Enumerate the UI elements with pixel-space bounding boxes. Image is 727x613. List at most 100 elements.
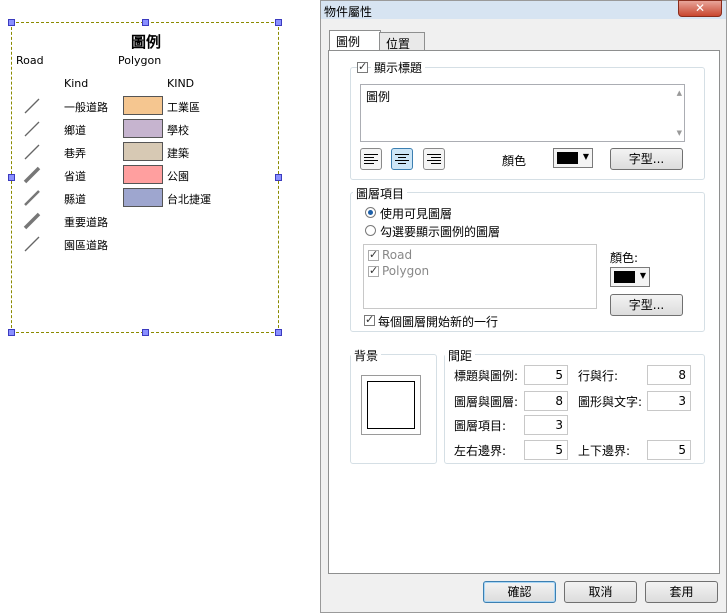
polygon-legend-label: 學校: [167, 124, 189, 137]
polygon-swatch: [123, 165, 163, 184]
left-right-margin-input[interactable]: 5: [524, 440, 568, 460]
layer-item-input[interactable]: 3: [524, 415, 568, 435]
dialog-title: 物件屬性: [324, 5, 373, 19]
properties-dialog: 物件屬性 ✕ 圖例 位置 顯示標題 圖例 ▲ ▼: [320, 0, 727, 613]
legend-title: 圖例: [130, 33, 161, 51]
title-font-button[interactable]: 字型...: [610, 148, 683, 170]
align-center-button[interactable]: [391, 148, 413, 170]
road-line-symbol: [23, 166, 41, 187]
tab-position[interactable]: 位置: [379, 32, 425, 52]
layer-to-layer-input[interactable]: 8: [524, 391, 568, 411]
legend-preview[interactable]: 圖例 Road Polygon Kind KIND 一般道路 鄉道 巷弄 省道 縣道 重要…: [11, 22, 279, 333]
shape-to-text-label: 圖形與文字:: [578, 395, 643, 409]
road-legend-label: 巷弄: [64, 147, 86, 160]
layer-list-item-road: Road: [382, 248, 413, 262]
title-bar[interactable]: 物件屬性 ✕: [321, 0, 726, 19]
layer-checkbox-polygon[interactable]: [368, 264, 379, 277]
align-left-icon: [361, 149, 381, 164]
align-right-icon: [424, 149, 444, 164]
spacing-label: 間距: [445, 347, 476, 364]
tab-legend[interactable]: 圖例: [329, 30, 381, 52]
show-title-checkbox[interactable]: [357, 60, 368, 73]
road-line-symbol: [23, 189, 41, 210]
row-to-row-input[interactable]: 8: [647, 365, 691, 385]
scroll-down-icon[interactable]: ▼: [677, 129, 682, 137]
polygon-swatch: [123, 188, 163, 207]
road-line-symbol: [23, 235, 41, 256]
polygon-legend-label: 公園: [167, 170, 189, 183]
road-legend-label: 縣道: [64, 193, 86, 206]
apply-button[interactable]: 套用: [645, 581, 718, 603]
tab-position-label: 位置: [386, 37, 411, 51]
layer-color-swatch: [614, 271, 635, 283]
title-to-legend-label: 標題與圖例:: [454, 369, 519, 383]
new-line-label: 每個圖層開始新的一行: [378, 315, 499, 329]
polygon-swatch: [123, 142, 163, 161]
layer-color-picker[interactable]: ▼: [610, 267, 650, 287]
tab-panel: 顯示標題 圖例 ▲ ▼: [328, 50, 720, 574]
shape-to-text-input[interactable]: 3: [647, 391, 691, 411]
resize-handle[interactable]: [8, 174, 15, 181]
resize-handle[interactable]: [275, 329, 282, 336]
resize-handle[interactable]: [275, 19, 282, 26]
road-line-symbol: [23, 97, 41, 118]
row-to-row-label: 行與行:: [578, 369, 619, 383]
select-layers-label: 勾選要顯示圖例的圖層: [380, 225, 501, 239]
tab-legend-label: 圖例: [336, 35, 361, 49]
new-line-checkbox[interactable]: [364, 313, 375, 326]
layer-to-layer-label: 圖層與圖層:: [454, 395, 519, 409]
scroll-up-icon[interactable]: ▲: [677, 89, 682, 97]
top-bottom-margin-label: 上下邊界:: [578, 444, 631, 458]
layer-list[interactable]: Road Polygon: [363, 244, 597, 309]
align-center-icon: [392, 149, 412, 164]
show-title-label: 顯示標題: [371, 59, 426, 76]
road-line-symbol: [23, 143, 41, 164]
layer-item-label: 圖層項目:: [454, 419, 507, 433]
layer-font-button[interactable]: 字型...: [610, 294, 683, 316]
polygon-legend-label: 建築: [167, 147, 189, 160]
road-line-symbol: [23, 120, 41, 141]
use-visible-layers-radio[interactable]: [365, 207, 376, 218]
polygon-swatch: [123, 119, 163, 138]
road-legend-label: 省道: [64, 170, 86, 183]
title-color-picker[interactable]: ▼: [553, 148, 593, 168]
road-legend-label: 鄉道: [64, 124, 86, 137]
close-button[interactable]: ✕: [678, 0, 722, 17]
title-to-legend-input[interactable]: 5: [524, 365, 568, 385]
title-groupbox: 顯示標題 圖例 ▲ ▼: [350, 59, 705, 180]
resize-handle[interactable]: [8, 19, 15, 26]
polygon-swatch: [123, 96, 163, 115]
legend-field-road: Kind: [64, 77, 89, 90]
title-text-value: 圖例: [366, 90, 391, 104]
road-legend-label: 一般道路: [64, 101, 108, 114]
align-left-button[interactable]: [360, 148, 382, 170]
resize-handle[interactable]: [8, 329, 15, 336]
select-layers-radio[interactable]: [365, 225, 376, 236]
title-textarea[interactable]: 圖例 ▲ ▼: [360, 84, 685, 142]
polygon-legend-label: 工業區: [167, 101, 200, 114]
align-right-button[interactable]: [423, 148, 445, 170]
resize-handle[interactable]: [275, 174, 282, 181]
resize-handle[interactable]: [142, 329, 149, 336]
top-bottom-margin-input[interactable]: 5: [647, 440, 691, 460]
road-line-symbol: [23, 212, 41, 233]
cancel-button[interactable]: 取消: [564, 581, 637, 603]
layer-list-item-polygon: Polygon: [382, 264, 430, 278]
spacing-groupbox: 間距 標題與圖例: 5 行與行: 8 圖層與圖層: 8 圖形與文字: 3 圖層項…: [444, 347, 705, 464]
background-groupbox: 背景: [350, 347, 437, 464]
background-label: 背景: [351, 347, 382, 364]
polygon-legend-label: 台北捷運: [167, 193, 211, 206]
resize-handle[interactable]: [142, 19, 149, 26]
layer-color-label: 顏色:: [610, 251, 639, 265]
layer-items-title: 圖層項目: [353, 185, 408, 202]
use-visible-layers-label: 使用可見圖層: [380, 207, 453, 221]
left-right-margin-label: 左右邊界:: [454, 444, 507, 458]
ok-button[interactable]: 確認: [483, 581, 556, 603]
legend-layer-name-road: Road: [16, 54, 44, 67]
legend-layer-name-polygon: Polygon: [118, 54, 162, 67]
background-preview: [367, 381, 415, 429]
layer-checkbox-road[interactable]: [368, 248, 379, 261]
background-button[interactable]: [361, 375, 421, 435]
dropdown-arrow-icon: ▼: [582, 152, 589, 161]
title-color-label: 顏色: [502, 154, 527, 168]
